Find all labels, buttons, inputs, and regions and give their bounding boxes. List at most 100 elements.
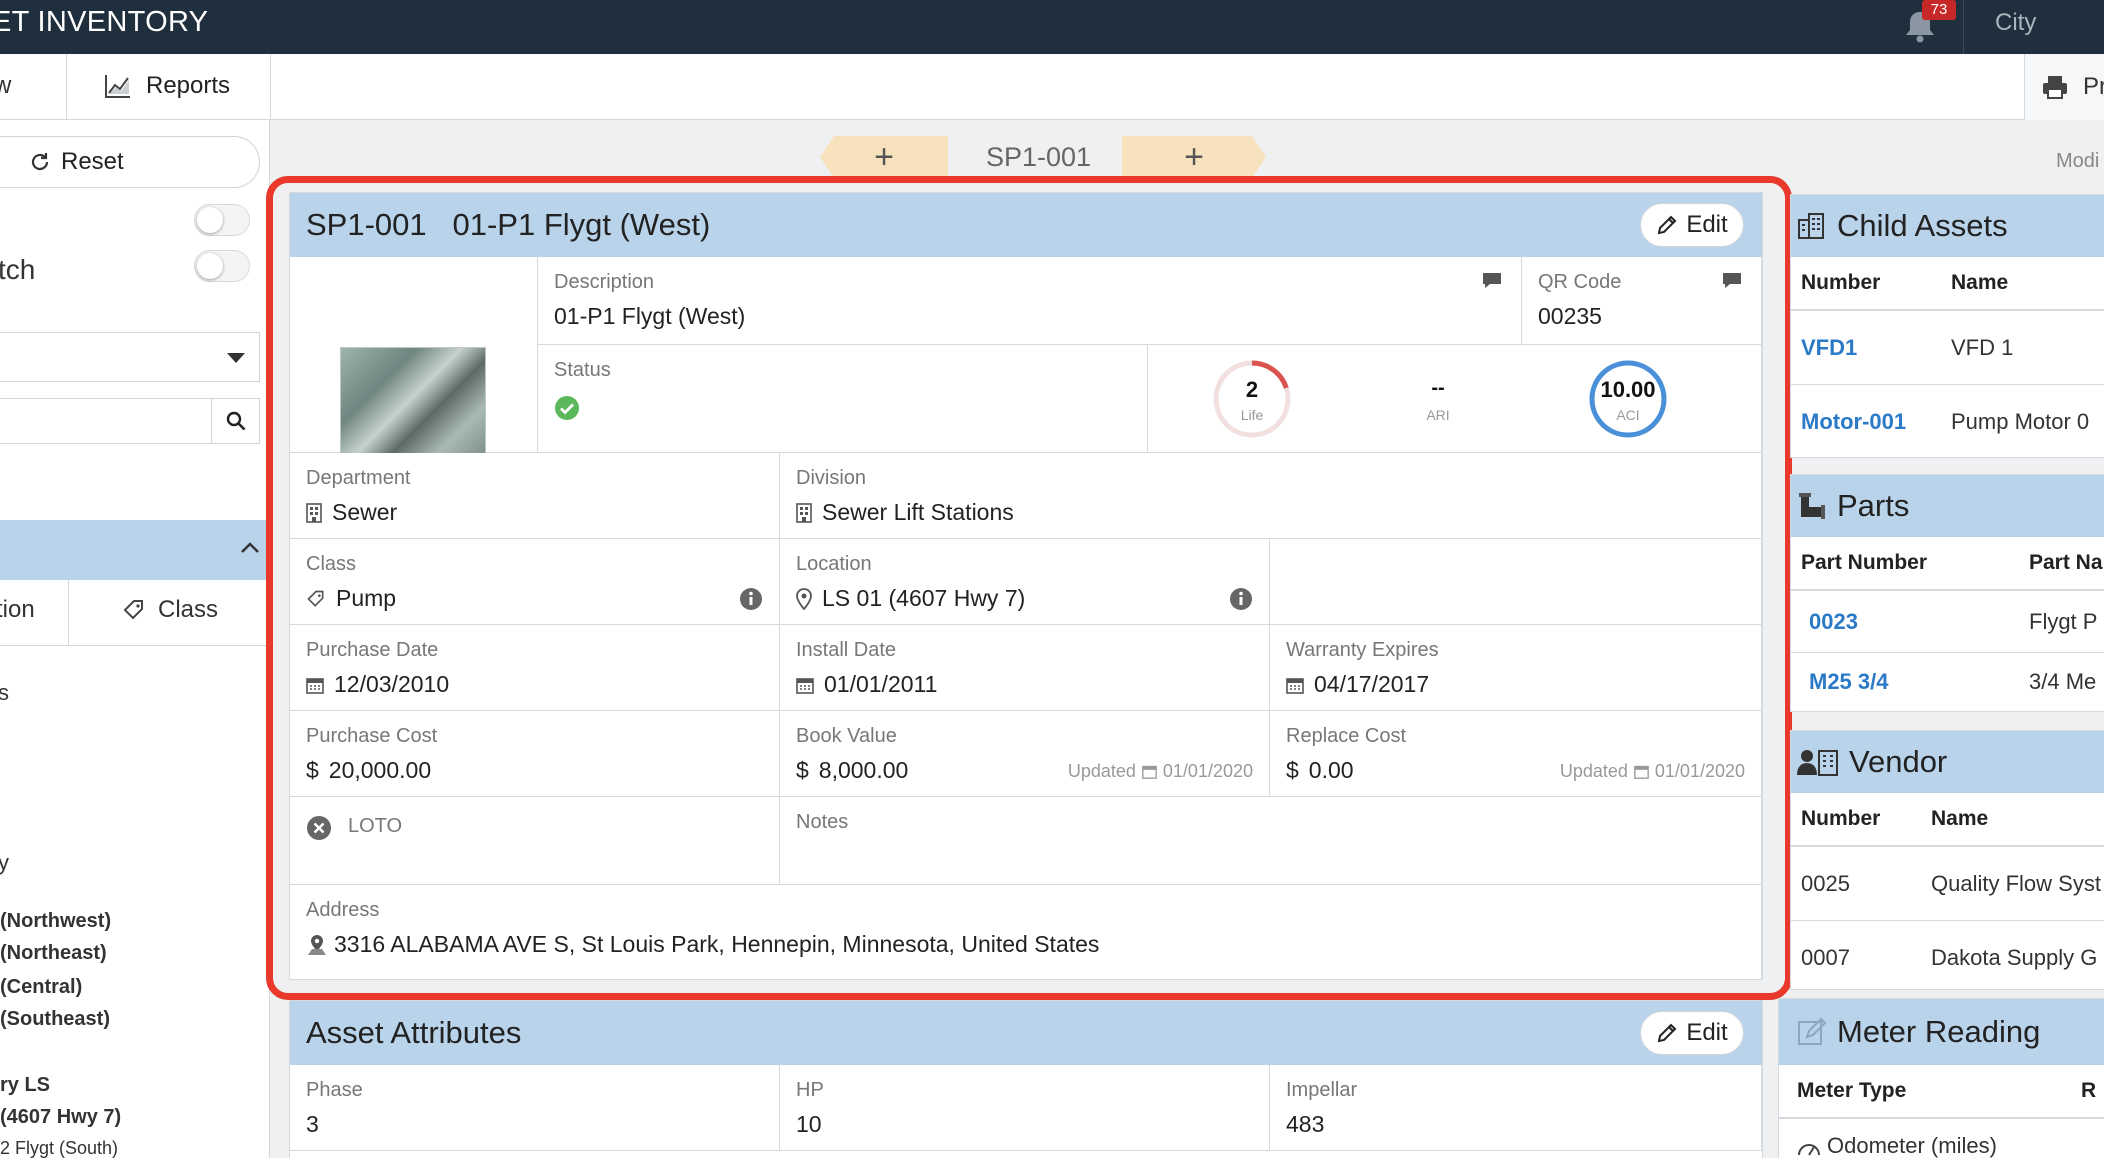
department-text: Sewer [332,499,398,525]
filter-select[interactable] [0,332,260,382]
attribute-label: HP [796,1079,824,1101]
pencil-icon [1658,215,1677,235]
attribute-hp: HP 10 [780,1065,1270,1151]
asset-photo[interactable] [340,347,486,457]
tree-item[interactable]: s [0,680,9,706]
table-row[interactable]: VFD1 VFD 1 [1791,311,2104,385]
aci-gauge: 10.00 ACI [1588,359,1668,439]
comment-icon[interactable] [1721,271,1743,289]
table-row[interactable]: Odometer (miles) [1779,1119,2104,1158]
tree-item[interactable]: (Central) [0,976,82,999]
attribute-phase: Phase 3 [290,1065,780,1151]
book-value-field: Book Value $ 8,000.00 Updated 01/01/2020 [780,711,1270,797]
part-link[interactable]: 0023 [1809,609,1858,635]
tree-item[interactable]: y [0,850,9,876]
attribute-label: Phase [306,1079,363,1101]
part-link[interactable]: M25 3/4 [1809,669,1889,695]
parts-header: Parts [1791,475,2104,537]
tab-class[interactable]: Class [122,596,218,624]
book-value-value: $ 8,000.00 [796,757,908,784]
breadcrumb-current: SP1-001 [986,142,1092,172]
chevron-up-icon [241,542,259,553]
tag-icon [307,590,324,607]
attribute-value: 3 [306,1111,319,1137]
tree-item[interactable]: (Southeast) [0,1008,110,1031]
child-asset-name: VFD 1 [1951,334,2014,360]
reports-button[interactable]: Reports [104,72,230,100]
status-ok-icon [555,396,579,420]
asset-title: SP1-001 01-P1 Flygt (West) [306,207,710,243]
toolbar-item-view[interactable]: w [0,72,11,100]
city-selector[interactable]: City [1995,9,2036,37]
info-icon[interactable] [739,587,763,611]
print-button[interactable]: Pri [2024,54,2104,120]
search-input[interactable] [0,398,260,444]
vendor-icon [1797,750,1838,776]
search-button[interactable] [211,399,259,443]
location-label: Location [796,553,872,575]
filter-section-header[interactable] [0,520,270,580]
dollar-icon: $ [796,757,809,783]
description-field: Description 01-P1 Flygt (West) [538,257,1522,345]
child-assets-header: Child Assets [1791,195,2104,257]
table-row[interactable]: Motor-001 Pump Motor 0 [1791,385,2104,459]
purchase-date-field: Purchase Date 12/03/2010 [290,625,780,711]
column-header: Number [1801,271,1881,294]
loto-label: LOTO [348,815,403,837]
search-icon [226,411,245,431]
purchase-date-label: Purchase Date [306,639,439,661]
ari-gauge: -- ARI [1398,359,1478,439]
table-row[interactable]: M25 3/4 3/4 Me [1791,653,2104,711]
aci-label: ACI [1616,407,1640,423]
warranty-expires-label: Warranty Expires [1286,639,1439,661]
asset-attributes-card: Asset Attributes Edit Phase 3 HP 10 Impe… [289,1000,1763,1158]
tree-item[interactable]: ry LS [0,1074,50,1097]
child-asset-name: Pump Motor 0 [1951,409,2090,434]
replace-cost-updated: Updated 01/01/2020 [1560,761,1745,782]
add-parent-button[interactable]: + [820,136,948,178]
reset-button[interactable]: Reset [0,136,260,188]
status-field: Status [538,345,1148,453]
tree-item[interactable]: (Northeast) [0,942,107,965]
meter-reading-panel: Meter Reading Meter Type R Odometer (mil… [1778,998,2104,1158]
toggle-switch[interactable] [194,204,250,236]
building-icon [306,502,322,523]
purchase-cost-text: 20,000.00 [328,757,432,783]
asset-photo-cell [290,257,538,457]
table-row[interactable]: 0025 Quality Flow Syst [1791,847,2104,921]
add-child-button[interactable]: + [1122,136,1266,178]
child-asset-link[interactable]: VFD1 [1801,335,1857,361]
description-label: Description [554,271,655,293]
child-assets-title: Child Assets [1837,208,2008,243]
map-marker-icon [308,934,326,955]
asset-attributes-title: Asset Attributes [306,1015,522,1050]
warranty-expires-value: 04/17/2017 [1286,671,1429,698]
aci-value: 10.00 [1600,377,1656,402]
replace-cost-field: Replace Cost $ 0.00 Updated 01/01/2020 [1270,711,1762,797]
toggle-switch[interactable] [194,250,250,282]
loto-field: LOTO [290,797,780,885]
edit-asset-button[interactable]: Edit [1640,203,1744,247]
child-asset-link[interactable]: Motor-001 [1801,409,1906,435]
install-date-value: 01/01/2011 [796,671,937,698]
book-value-label: Book Value [796,725,897,747]
tree-item[interactable]: 2 Flygt (South) [0,1138,118,1158]
child-assets-columns: Number Name [1791,257,2104,311]
table-row[interactable]: 0007 Dakota Supply G [1791,921,2104,995]
info-icon[interactable] [1229,587,1253,611]
edit-attributes-button[interactable]: Edit [1640,1011,1744,1055]
print-label: Pri [2083,73,2104,100]
gauge-icon [1798,1144,1820,1156]
calendar-icon [306,677,324,694]
printer-icon [2043,76,2067,99]
calendar-icon [1142,765,1157,779]
table-row[interactable]: 0023 Flygt P [1791,591,2104,653]
attribute-label: Impellar [1286,1079,1358,1101]
purchase-cost-value: $ 20,000.00 [306,757,431,784]
tab-location[interactable]: tion [0,596,35,624]
tree-item[interactable]: (Northwest) [0,910,111,933]
tree-item[interactable]: (4607 Hwy 7) [0,1106,121,1129]
comment-icon[interactable] [1481,271,1503,289]
vendor-number: 0025 [1801,870,1850,896]
notes-field: Notes [780,797,1762,885]
